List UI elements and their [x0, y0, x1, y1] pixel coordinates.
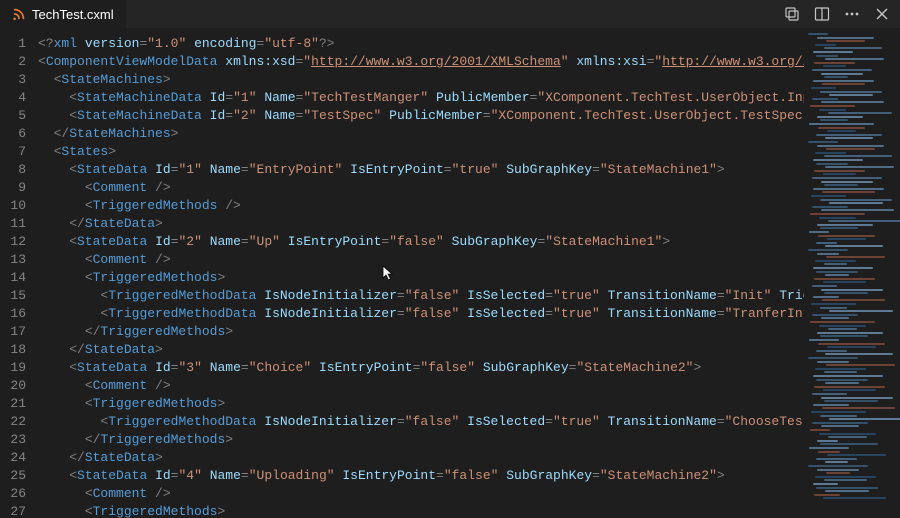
- code-line[interactable]: <TriggeredMethods>: [38, 395, 804, 413]
- line-number: 6: [0, 125, 38, 143]
- code-line[interactable]: </TriggeredMethods>: [38, 323, 804, 341]
- tabs: TechTest.cxml: [0, 0, 126, 28]
- minimap[interactable]: [804, 29, 900, 518]
- code-line[interactable]: <TriggeredMethodData IsNodeInitializer="…: [38, 287, 804, 305]
- line-number: 2: [0, 53, 38, 71]
- code-line[interactable]: <Comment />: [38, 485, 804, 503]
- code-line[interactable]: <TriggeredMethodData IsNodeInitializer="…: [38, 305, 804, 323]
- line-number: 1: [0, 35, 38, 53]
- line-number: 10: [0, 197, 38, 215]
- line-number: 25: [0, 467, 38, 485]
- code-line[interactable]: <Comment />: [38, 251, 804, 269]
- code-line[interactable]: </TriggeredMethods>: [38, 431, 804, 449]
- line-number: 12: [0, 233, 38, 251]
- code-line[interactable]: <StateData Id="3" Name="Choice" IsEntryP…: [38, 359, 804, 377]
- code-line[interactable]: <TriggeredMethods />: [38, 197, 804, 215]
- line-number: 15: [0, 287, 38, 305]
- close-icon[interactable]: [874, 6, 890, 22]
- editor: 1234567891011121314151617181920212223242…: [0, 29, 900, 518]
- line-number: 13: [0, 251, 38, 269]
- editor-actions: [784, 6, 900, 22]
- tab-bar: TechTest.cxml: [0, 0, 900, 29]
- line-number: 4: [0, 89, 38, 107]
- code-line[interactable]: <StateMachineData Id="2" Name="TestSpec"…: [38, 107, 804, 125]
- line-number: 17: [0, 323, 38, 341]
- more-actions-icon[interactable]: [844, 6, 860, 22]
- line-number: 3: [0, 71, 38, 89]
- tab-active[interactable]: TechTest.cxml: [0, 0, 126, 28]
- code-area[interactable]: <?xml version="1.0" encoding="utf-8"?><C…: [38, 29, 804, 518]
- line-number: 22: [0, 413, 38, 431]
- line-number: 20: [0, 377, 38, 395]
- code-line[interactable]: </StateData>: [38, 449, 804, 467]
- line-number: 24: [0, 449, 38, 467]
- code-line[interactable]: <StateMachines>: [38, 71, 804, 89]
- code-line[interactable]: </StateMachines>: [38, 125, 804, 143]
- line-number: 27: [0, 503, 38, 518]
- line-number: 7: [0, 143, 38, 161]
- code-line[interactable]: <Comment />: [38, 377, 804, 395]
- tab-filename: TechTest.cxml: [32, 7, 114, 22]
- line-number: 19: [0, 359, 38, 377]
- code-line[interactable]: <TriggeredMethods>: [38, 503, 804, 518]
- line-number: 9: [0, 179, 38, 197]
- code-line[interactable]: <TriggeredMethods>: [38, 269, 804, 287]
- line-number: 8: [0, 161, 38, 179]
- code-line[interactable]: <StateMachineData Id="1" Name="TechTestM…: [38, 89, 804, 107]
- split-editor-icon[interactable]: [814, 6, 830, 22]
- line-number: 21: [0, 395, 38, 413]
- code-line[interactable]: <States>: [38, 143, 804, 161]
- rss-icon: [12, 7, 26, 21]
- code-line[interactable]: <ComponentViewModelData xmlns:xsd="http:…: [38, 53, 804, 71]
- line-number: 16: [0, 305, 38, 323]
- line-number: 26: [0, 485, 38, 503]
- code-line[interactable]: <TriggeredMethodData IsNodeInitializer="…: [38, 413, 804, 431]
- code-line[interactable]: <Comment />: [38, 179, 804, 197]
- line-number: 23: [0, 431, 38, 449]
- line-number-gutter: 1234567891011121314151617181920212223242…: [0, 29, 38, 518]
- line-number: 18: [0, 341, 38, 359]
- code-line[interactable]: <StateData Id="1" Name="EntryPoint" IsEn…: [38, 161, 804, 179]
- code-line[interactable]: </StateData>: [38, 215, 804, 233]
- code-line[interactable]: </StateData>: [38, 341, 804, 359]
- line-number: 14: [0, 269, 38, 287]
- code-line[interactable]: <StateData Id="2" Name="Up" IsEntryPoint…: [38, 233, 804, 251]
- line-number: 11: [0, 215, 38, 233]
- code-line[interactable]: <StateData Id="4" Name="Uploading" IsEnt…: [38, 467, 804, 485]
- line-number: 5: [0, 107, 38, 125]
- open-changes-icon[interactable]: [784, 6, 800, 22]
- code-line[interactable]: <?xml version="1.0" encoding="utf-8"?>: [38, 35, 804, 53]
